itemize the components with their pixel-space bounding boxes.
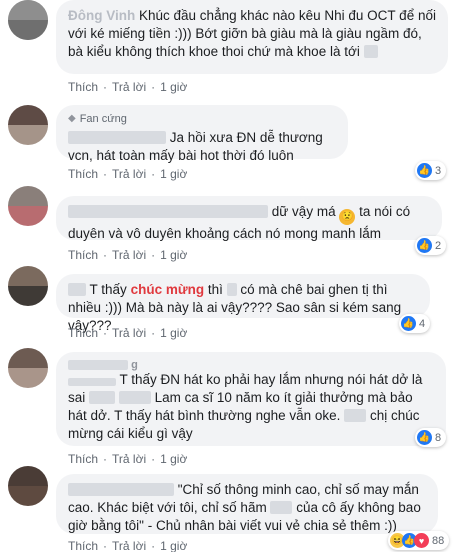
avatar[interactable] xyxy=(8,0,48,40)
avatar[interactable] xyxy=(8,266,48,306)
comment-actions: Thích · Trả lời · 1 giờ xyxy=(68,326,188,340)
censored-name xyxy=(68,360,128,370)
diamond-icon: ◆ xyxy=(68,113,76,124)
censored-name xyxy=(68,283,86,296)
reaction-number: 4 xyxy=(419,317,426,330)
reply-link[interactable]: Trả lời xyxy=(112,248,146,262)
censored-text xyxy=(270,501,293,514)
timestamp[interactable]: 1 giờ xyxy=(160,452,187,466)
comment-actions: Thích · Trả lời · 1 giờ xyxy=(68,539,188,552)
like-link[interactable]: Thích xyxy=(68,80,98,94)
comment-actions: Thích · Trả lời · 1 giờ xyxy=(68,452,188,466)
reaction-number: 3 xyxy=(435,164,442,177)
reaction-number: 8 xyxy=(435,431,442,444)
comment-text: dữ vậy má xyxy=(271,204,336,219)
like-link[interactable]: Thích xyxy=(68,452,98,466)
timestamp[interactable]: 1 giờ xyxy=(160,248,187,262)
reply-link[interactable]: Trả lời xyxy=(112,80,146,94)
comment-bubble: Đông Vinh Khúc đầu chẳng khác nào kêu Nh… xyxy=(56,0,448,74)
like-icon: 👍 xyxy=(417,163,432,178)
comment-bubble: "Chỉ số thông minh cao, chỉ số may mắn c… xyxy=(56,474,438,534)
timestamp[interactable]: 1 giờ xyxy=(160,539,187,552)
like-icon: 👍 xyxy=(417,238,432,253)
comment-bubble: ◆ Fan cứng Ja hồi xưa ĐN dễ thương vcn, h… xyxy=(56,105,348,163)
avatar[interactable] xyxy=(8,466,48,506)
censored-text xyxy=(68,378,116,386)
censored-text xyxy=(344,409,367,422)
like-icon: 👍 xyxy=(401,316,416,331)
commenter-name[interactable]: g xyxy=(131,359,138,371)
worried-emoji-icon: 😟 xyxy=(339,209,356,225)
reaction-number: 2 xyxy=(435,239,442,252)
reaction-count[interactable]: 👍 4 xyxy=(399,314,431,333)
comment-text: T thấy xyxy=(89,282,127,297)
commenter-name[interactable]: Đông Vinh xyxy=(68,8,135,23)
badge-label: Fan cứng xyxy=(79,113,127,125)
like-link[interactable]: Thích xyxy=(68,539,98,552)
reaction-count[interactable]: 👍 3 xyxy=(415,161,447,180)
like-link[interactable]: Thích xyxy=(68,248,98,262)
reply-link[interactable]: Trả lời xyxy=(112,326,146,340)
timestamp[interactable]: 1 giờ xyxy=(160,80,187,94)
comment-bubble: g T thấy ĐN hát ko phải hay lắm nhưng nó… xyxy=(56,352,446,446)
censored-name xyxy=(68,131,166,144)
timestamp[interactable]: 1 giờ xyxy=(160,167,187,181)
comment-bubble: dữ vậy má 😟 ta nói có duyên và vô duyên … xyxy=(56,196,442,241)
censored-text xyxy=(363,45,378,58)
reply-link[interactable]: Trả lời xyxy=(112,167,146,181)
like-link[interactable]: Thích xyxy=(68,167,98,181)
censored-text xyxy=(226,283,237,296)
avatar[interactable] xyxy=(8,348,48,388)
highlight-text: chúc mừng xyxy=(130,282,205,297)
comment-text-2: thì xyxy=(207,282,223,297)
reaction-count[interactable]: 👍 8 xyxy=(415,428,447,447)
censored-text xyxy=(89,391,116,404)
timestamp[interactable]: 1 giờ xyxy=(160,326,187,340)
comment-actions: Thích · Trả lời · 1 giờ xyxy=(68,248,188,262)
reaction-count[interactable]: 👍 2 xyxy=(415,236,447,255)
comment-bubble: T thấy chúc mừng thì có mà chê bai ghen … xyxy=(56,274,430,333)
comment-actions: Thích · Trả lời · 1 giờ xyxy=(68,167,188,181)
avatar[interactable] xyxy=(8,105,48,145)
censored-name xyxy=(68,483,174,496)
fan-badge: ◆ Fan cứng xyxy=(68,110,336,128)
reaction-number: 88 xyxy=(432,534,445,547)
like-link[interactable]: Thích xyxy=(68,326,98,340)
love-icon: ♥ xyxy=(414,533,429,548)
reply-link[interactable]: Trả lời xyxy=(112,539,146,552)
reply-link[interactable]: Trả lời xyxy=(112,452,146,466)
reaction-count[interactable]: 😆 👍 ♥ 88 xyxy=(388,531,450,550)
avatar[interactable] xyxy=(8,186,48,226)
censored-name xyxy=(68,205,268,218)
like-icon: 👍 xyxy=(417,430,432,445)
comment-actions: Thích · Trả lời · 1 giờ xyxy=(68,80,188,94)
censored-text xyxy=(118,391,151,404)
